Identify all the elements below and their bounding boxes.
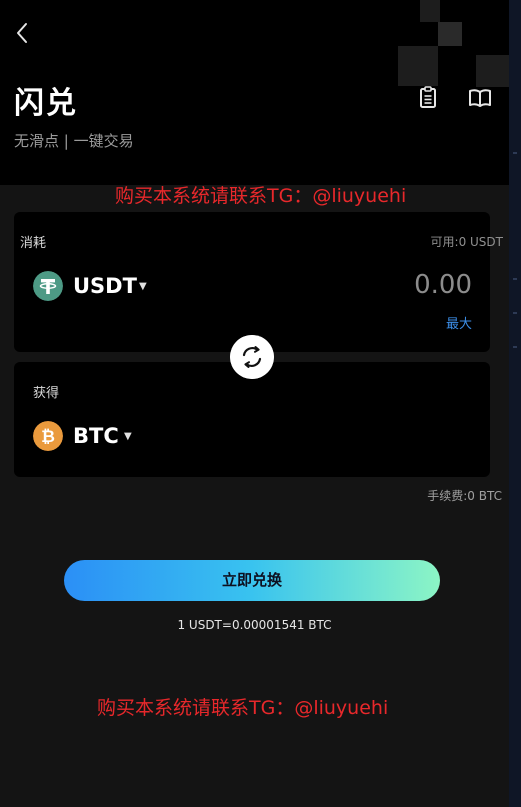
decor-block	[476, 55, 509, 87]
receive-card	[14, 362, 490, 477]
open-book-icon[interactable]	[467, 86, 493, 110]
receive-coin-name: BTC	[73, 424, 119, 448]
screen-edge	[509, 0, 521, 807]
decor-block	[398, 46, 438, 86]
exchange-button[interactable]: 立即兑换	[64, 560, 440, 601]
max-button[interactable]: 最大	[446, 313, 472, 332]
watermark-text: 购买本系统请联系TG：@liuyuehi	[115, 185, 407, 207]
swap-arrows-icon[interactable]	[230, 335, 274, 379]
page-title: 闪兑	[14, 86, 78, 121]
decor-block	[438, 22, 462, 46]
header: 闪兑 无滑点 | 一键交易	[0, 0, 509, 185]
decor-block	[420, 0, 440, 22]
bitcoin-logo: ₿	[33, 421, 63, 451]
exchange-rate: 1 USDT=0.00001541 BTC	[177, 618, 332, 632]
caret-down-icon: ▼	[139, 281, 147, 292]
pay-label: 消耗	[20, 236, 47, 251]
svg-text:₿: ₿	[41, 427, 55, 447]
chevron-left-icon[interactable]	[14, 20, 34, 46]
receive-label: 获得	[33, 386, 60, 401]
tether-logo	[33, 271, 63, 301]
caret-down-icon: ▼	[124, 431, 132, 442]
fee-text: 手续费:0 BTC	[427, 489, 502, 503]
pay-coin-name: USDT	[73, 274, 137, 298]
page-subtitle: 无滑点 | 一键交易	[14, 132, 134, 150]
available-balance: 可用:0 USDT	[430, 235, 503, 249]
watermark-text: 购买本系统请联系TG：@liuyuehi	[97, 697, 389, 719]
exchange-screen: 闪兑 无滑点 | 一键交易 购买本系统请联系TG：@liuyuehi 消耗 可用…	[0, 0, 521, 807]
pay-amount-input[interactable]: 0.00	[414, 270, 472, 300]
clipboard-icon[interactable]	[415, 86, 441, 110]
